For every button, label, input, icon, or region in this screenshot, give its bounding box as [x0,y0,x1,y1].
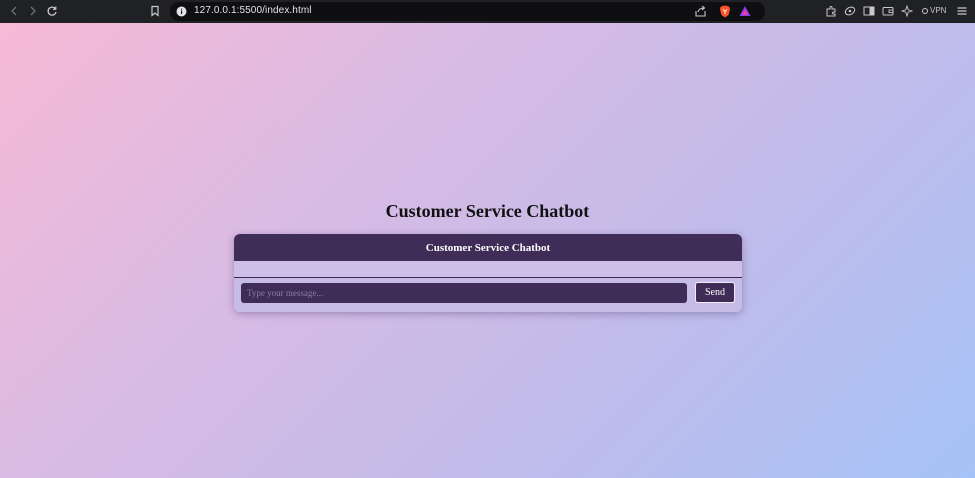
menu-icon[interactable] [956,5,968,17]
message-input[interactable] [241,283,687,303]
page-title: Customer Service Chatbot [385,201,590,221]
browser-toolbar: 127.0.0.1:5500/index.html VPN [0,0,975,23]
vpn-label: VPN [930,6,947,15]
chat-input-row: Send [234,278,742,312]
chatbox-header: Customer Service Chatbot [234,234,742,261]
ai-sparkle-icon[interactable] [901,5,913,17]
extensions-icon[interactable] [825,5,837,17]
send-button[interactable]: Send [695,282,735,303]
forward-button[interactable] [24,2,42,20]
reload-button[interactable] [43,2,61,20]
brave-shields-icon[interactable] [719,5,731,18]
brave-rewards-icon[interactable] [739,5,751,17]
wallet-icon[interactable] [882,5,894,17]
bookmark-button[interactable] [146,2,164,20]
vpn-button[interactable]: VPN [922,6,946,15]
chatbox: Customer Service Chatbot Send [234,234,742,312]
reload-icon [47,6,57,16]
bookmark-icon [151,5,159,17]
chevron-right-icon [30,6,36,16]
page-viewport: Customer Service Chatbot Customer Servic… [0,23,975,478]
chat-messages-area [234,261,742,278]
site-info-icon[interactable] [176,6,187,17]
address-bar[interactable]: 127.0.0.1:5500/index.html [170,2,765,21]
share-icon[interactable] [694,5,707,18]
leo-ai-icon[interactable] [844,5,856,17]
url-text: 127.0.0.1:5500/index.html [194,5,312,16]
vpn-status-icon [922,7,928,14]
sidebar-icon[interactable] [863,5,875,17]
back-button[interactable] [5,2,23,20]
chevron-left-icon [11,6,17,16]
